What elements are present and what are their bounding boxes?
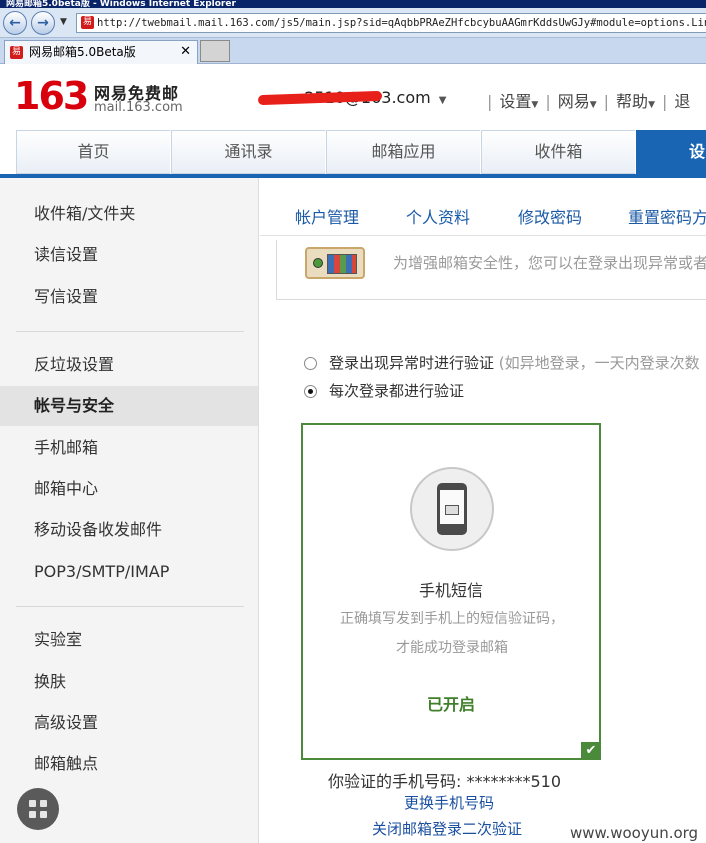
chevron-down-icon: ▼ bbox=[589, 100, 597, 110]
verified-phone-number: ********510 bbox=[466, 772, 562, 791]
sidebar-item-lab[interactable]: 实验室 bbox=[0, 620, 258, 660]
sidebar-item-mobile-devices[interactable]: 移动设备收发邮件 bbox=[0, 510, 258, 550]
history-dropdown-icon[interactable]: ▼ bbox=[60, 17, 67, 27]
url-text: http://twebmail.mail.163.com/js5/main.js… bbox=[97, 17, 706, 29]
subtab-profile[interactable]: 个人资料 bbox=[406, 204, 470, 228]
link-settings[interactable]: 设置 bbox=[499, 92, 531, 111]
top-links: | 设置▼ | 网易▼ | 帮助▼ | 退 bbox=[487, 92, 691, 111]
sidebar-item-touchpoints[interactable]: 邮箱触点 bbox=[0, 744, 258, 784]
address-bar-row: ← → ▼ 易 http://twebmail.mail.163.com/js5… bbox=[0, 8, 706, 38]
chevron-down-icon: ▼ bbox=[438, 95, 447, 106]
tab-inbox[interactable]: 收件箱 bbox=[481, 130, 635, 174]
chevron-down-icon: ▼ bbox=[648, 100, 655, 110]
chevron-down-icon: ▼ bbox=[531, 100, 539, 110]
sidebar-item-folders[interactable]: 收件箱/文件夹 bbox=[0, 194, 258, 234]
option-every-login[interactable]: 每次登录都进行验证 bbox=[304, 380, 464, 401]
sidebar-item-write-settings[interactable]: 写信设置 bbox=[0, 277, 258, 317]
sidebar-item-read-settings[interactable]: 读信设置 bbox=[0, 235, 258, 275]
app-grid-icon[interactable] bbox=[17, 788, 59, 830]
logo-number[interactable]: 163 bbox=[14, 76, 89, 116]
sms-verification-card[interactable]: 手机短信 正确填写发到手机上的短信验证码，才能成功登录邮箱 已开启 ✔ bbox=[301, 423, 601, 760]
card-description: 正确填写发到手机上的短信验证码，才能成功登录邮箱 bbox=[340, 611, 564, 656]
sidebar-item-mail-center[interactable]: 邮箱中心 bbox=[0, 469, 258, 509]
security-notice: 为增强邮箱安全性，您可以在登录出现异常或者 bbox=[276, 240, 706, 300]
phone-sms-icon bbox=[410, 467, 494, 551]
browser-tab-row: 易 网易邮箱5.0Beta版 ✕ bbox=[0, 38, 706, 64]
tab-apps[interactable]: 邮箱应用 bbox=[326, 130, 480, 174]
radio-button-selected[interactable] bbox=[304, 385, 317, 398]
option-abnormal-login[interactable]: 登录出现异常时进行验证 (如异地登录，一天内登录次数 bbox=[304, 352, 700, 373]
link-logout[interactable]: 退 bbox=[674, 92, 690, 111]
logo-domain: mail.163.com bbox=[94, 100, 183, 115]
option-label: 每次登录都进行验证 bbox=[329, 382, 465, 400]
verified-phone-label: 你验证的手机号码: bbox=[328, 772, 462, 791]
browser-tab[interactable]: 易 网易邮箱5.0Beta版 ✕ bbox=[4, 40, 198, 64]
forward-arrow-icon[interactable]: → bbox=[31, 11, 55, 35]
sidebar-item-pop3[interactable]: POP3/SMTP/IMAP bbox=[0, 552, 258, 592]
tab-favicon-icon: 易 bbox=[10, 46, 23, 59]
checkmark-icon: ✔ bbox=[581, 742, 601, 760]
radio-button[interactable] bbox=[304, 357, 317, 370]
back-arrow-icon[interactable]: ← bbox=[3, 11, 27, 35]
subtab-reset-password[interactable]: 重置密码方 bbox=[628, 204, 706, 228]
account-menu[interactable]: ****12510@163.com▼ bbox=[257, 88, 447, 107]
subtab-account[interactable]: 帐户管理 bbox=[295, 204, 359, 228]
address-input[interactable]: 易 http://twebmail.mail.163.com/js5/main.… bbox=[76, 13, 706, 33]
link-help[interactable]: 帮助 bbox=[616, 92, 648, 111]
settings-subtabs: 帐户管理 个人资料 修改密码 重置密码方 bbox=[260, 178, 706, 236]
tab-contacts[interactable]: 通讯录 bbox=[171, 130, 325, 174]
sidebar-divider bbox=[16, 606, 244, 607]
main-nav: 首页 通讯录 邮箱应用 收件箱 设 bbox=[16, 130, 706, 174]
sidebar-item-antispam[interactable]: 反垃圾设置 bbox=[0, 345, 258, 385]
site-favicon-icon: 易 bbox=[81, 16, 94, 29]
sidebar-item-skin[interactable]: 换肤 bbox=[0, 662, 258, 702]
notice-text: 为增强邮箱安全性，您可以在登录出现异常或者 bbox=[393, 254, 706, 272]
sidebar-item-advanced[interactable]: 高级设置 bbox=[0, 703, 258, 743]
verified-phone: 你验证的手机号码: ********510 bbox=[328, 768, 561, 792]
sidebar-item-mobile-mail[interactable]: 手机邮箱 bbox=[0, 428, 258, 468]
sidebar: 收件箱/文件夹 读信设置 写信设置 反垃圾设置 帐号与安全 手机邮箱 邮箱中心 … bbox=[0, 178, 259, 843]
status-badge: 已开启 bbox=[426, 695, 475, 714]
card-title: 手机短信 bbox=[418, 581, 483, 600]
security-device-icon bbox=[305, 247, 365, 279]
watermark: www.wooyun.org bbox=[570, 824, 699, 842]
tab-title: 网易邮箱5.0Beta版 bbox=[29, 45, 136, 59]
sidebar-divider bbox=[16, 331, 244, 332]
disable-2fa-link[interactable]: 关闭邮箱登录二次验证 bbox=[372, 818, 522, 839]
tab-close-icon[interactable]: ✕ bbox=[180, 41, 191, 63]
tab-home[interactable]: 首页 bbox=[16, 130, 170, 174]
change-phone-link[interactable]: 更换手机号码 bbox=[404, 792, 494, 813]
link-netease[interactable]: 网易 bbox=[558, 92, 590, 111]
page: 网易邮箱5.0beta版 - Windows Internet Explorer… bbox=[0, 0, 706, 843]
option-label: 登录出现异常时进行验证 bbox=[329, 354, 495, 372]
new-tab-button[interactable] bbox=[200, 40, 230, 62]
subtab-change-password[interactable]: 修改密码 bbox=[518, 204, 582, 228]
sidebar-item-security[interactable]: 帐号与安全 bbox=[0, 386, 258, 426]
window-title: 网易邮箱5.0beta版 - Windows Internet Explorer bbox=[0, 0, 706, 8]
option-note: (如异地登录，一天内登录次数 bbox=[498, 354, 700, 372]
tab-settings[interactable]: 设 bbox=[636, 130, 706, 174]
